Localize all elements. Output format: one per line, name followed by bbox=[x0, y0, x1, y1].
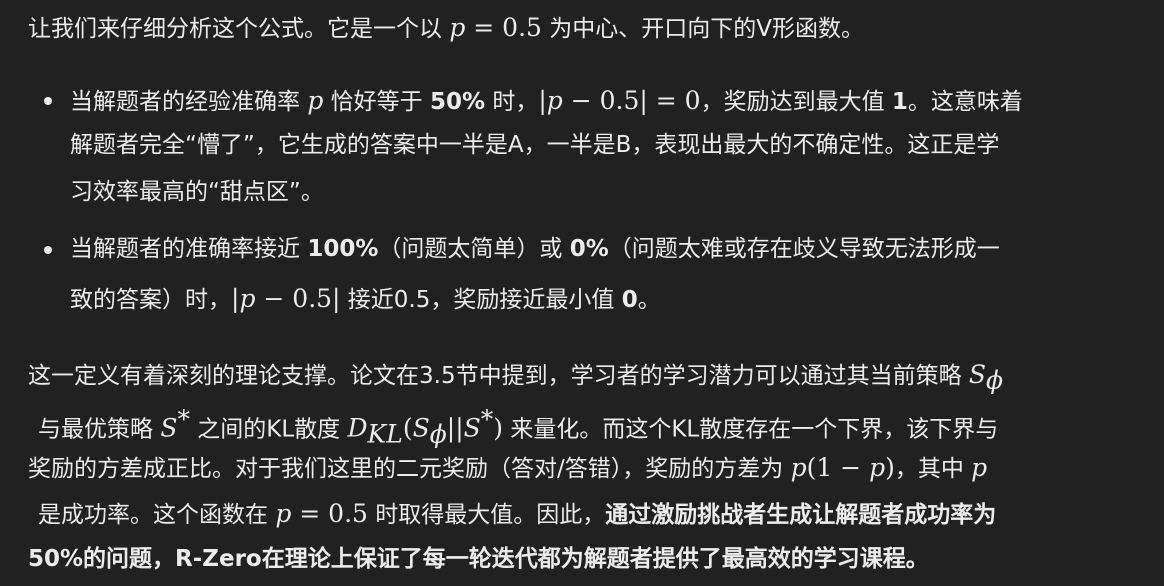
text: 之间的KL散度 bbox=[189, 416, 348, 443]
math-star: * bbox=[177, 405, 190, 434]
text: 时取得最大值。因此， bbox=[367, 502, 606, 528]
math-p: p bbox=[790, 453, 807, 482]
math-p: p bbox=[239, 284, 256, 313]
math-paren: ) bbox=[493, 413, 504, 443]
math-S: S bbox=[463, 413, 481, 443]
text: 时， bbox=[485, 89, 539, 115]
text: 来量化。而这个KL散度存在一个下界，该下界与 bbox=[503, 416, 999, 443]
bullet1-line3: 习效率最高的“甜点区”。 bbox=[70, 179, 324, 205]
bold-conclusion: 通过激励挑战者生成让解题者成功率为 bbox=[605, 502, 997, 528]
text: 是成功率。这个函数在 bbox=[38, 502, 276, 528]
bold-0: 0 bbox=[621, 287, 638, 313]
math-bars: || bbox=[446, 413, 464, 443]
text: 当解题者的经验准确率 bbox=[70, 89, 308, 115]
text: （问题太简单）或 bbox=[378, 236, 570, 262]
para2-line1: 这一定义有着深刻的理论支撑。论文在3.5节中提到，学习者的学习潜力可以通过其当前… bbox=[28, 362, 1003, 393]
text: 接近0.5，奖励接近最小值 bbox=[340, 287, 622, 313]
text: 恰好等于 bbox=[323, 89, 430, 115]
math-KL: KL bbox=[367, 419, 403, 449]
text: 。 bbox=[637, 287, 661, 313]
bullet-dot-1 bbox=[44, 97, 52, 105]
math-S: S bbox=[160, 413, 178, 443]
math-p: p bbox=[275, 499, 292, 528]
math-p: p bbox=[971, 453, 988, 482]
text: 。这意味着 bbox=[907, 89, 1023, 115]
text: 这一定义有着深刻的理论支撑。论文在3.5节中提到，学习者的学习潜力可以通过其当前… bbox=[28, 363, 969, 389]
math-paren: ( bbox=[402, 413, 413, 443]
math-bar: | bbox=[538, 86, 547, 115]
math-paren: ) bbox=[885, 453, 895, 482]
math-p: p bbox=[546, 86, 563, 115]
intro-paragraph: 让我们来仔细分析这个公式。它是一个以 p = 0.5 为中心、开口向下的V形函数… bbox=[28, 15, 864, 41]
math-phi: ϕ bbox=[429, 419, 447, 449]
bullet2-line1: 当解题者的准确率接近 100%（问题太简单）或 0%（问题太难或存在歧义导致无法… bbox=[70, 238, 1000, 261]
para2-line2: 与最优策略 S* 之间的KL散度 DKL(Sϕ||S*) 来量化。而这个KL散度… bbox=[38, 407, 998, 446]
math-expr: − 0.5| bbox=[255, 284, 341, 313]
para2-line4: 是成功率。这个函数在 p = 0.5 时取得最大值。因此，通过激励挑战者生成让解… bbox=[38, 501, 996, 527]
document: 让我们来仔细分析这个公式。它是一个以 p = 0.5 为中心、开口向下的V形函数… bbox=[0, 0, 1164, 586]
bold-100: 100% bbox=[307, 236, 379, 262]
bold-50: 50% bbox=[429, 89, 486, 115]
text: 致的答案）时， bbox=[70, 287, 231, 313]
bold-0: 0% bbox=[569, 236, 609, 262]
bullet2-line2: 致的答案）时，|p − 0.5| 接近0.5，奖励接近最小值 0。 bbox=[70, 286, 661, 312]
bullet-dot-2 bbox=[44, 246, 52, 254]
bullet1-line2: 解题者完全“懵了”，它生成的答案中一半是A，一半是B，表现出最大的不确定性。这正… bbox=[70, 132, 1000, 158]
math-expr: (1 − bbox=[806, 453, 870, 482]
para2-line5: 50%的问题，R-Zero在理论上保证了每一轮迭代都为解题者提供了最高效的学习课… bbox=[28, 546, 929, 572]
para2-line3: 奖励的方差成正比。对于我们这里的二元奖励（答对/答错），奖励的方差为 p(1 −… bbox=[28, 455, 987, 481]
text: 奖励的方差成正比。对于我们这里的二元奖励（答对/答错），奖励的方差为 bbox=[28, 456, 791, 482]
text: （问题太难或存在歧义导致无法形成一 bbox=[608, 236, 1000, 262]
math-p: p bbox=[869, 453, 886, 482]
math-eq: = 0.5 bbox=[465, 13, 542, 42]
math-p: p bbox=[449, 13, 466, 42]
text: ，奖励达到最大值 bbox=[700, 89, 892, 115]
text: 当解题者的准确率接近 bbox=[70, 236, 308, 262]
math-p: p bbox=[307, 86, 324, 115]
bullet1-line1: 当解题者的经验准确率 p 恰好等于 50% 时，|p − 0.5| = 0，奖励… bbox=[70, 88, 1023, 114]
math-expr: − 0.5| = 0 bbox=[562, 86, 701, 115]
math-D: D bbox=[347, 413, 368, 443]
math-star: * bbox=[480, 405, 494, 434]
math-eq: = 0.5 bbox=[291, 499, 368, 528]
math-S: S bbox=[968, 360, 987, 389]
math-phi: ϕ bbox=[986, 365, 1004, 395]
intro-text: 让我们来仔细分析这个公式。它是一个以 bbox=[28, 16, 450, 42]
intro-text-end: 为中心、开口向下的V形函数。 bbox=[541, 16, 864, 42]
text: ，其中 bbox=[894, 456, 972, 482]
math-S: S bbox=[412, 413, 430, 443]
bold-1: 1 bbox=[891, 89, 908, 115]
text: 与最优策略 bbox=[38, 416, 161, 443]
